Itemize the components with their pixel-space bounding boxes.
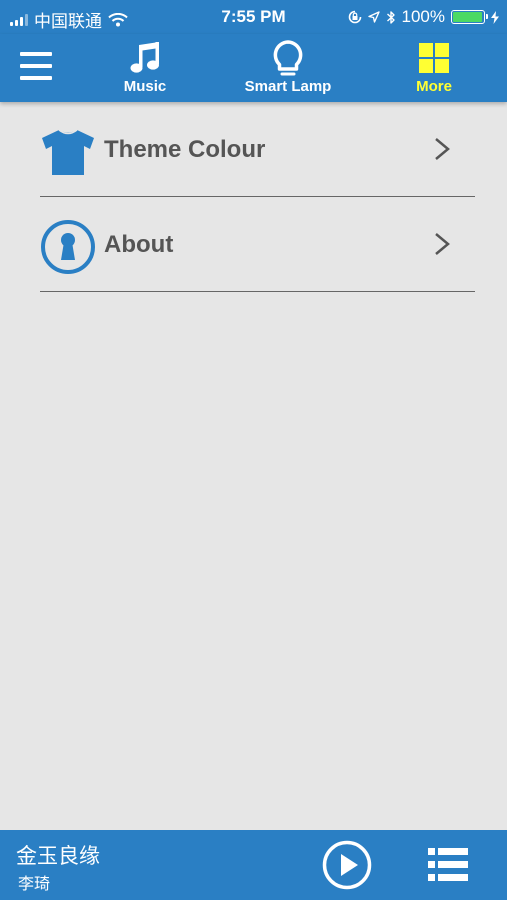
- tab-more[interactable]: More: [369, 38, 499, 100]
- battery-percent: 100%: [401, 7, 445, 26]
- lamp-bulb-icon: [223, 38, 353, 78]
- list-item-theme-colour[interactable]: Theme Colour: [40, 102, 475, 197]
- music-note-icon: [80, 38, 210, 78]
- chevron-right-icon: [435, 233, 450, 255]
- status-bar-right: 100%: [348, 7, 499, 27]
- battery-level: [453, 12, 482, 22]
- about-label: About: [104, 231, 174, 258]
- tab-music[interactable]: Music: [80, 38, 210, 100]
- play-icon[interactable]: [322, 840, 372, 890]
- keyhole-icon: [41, 220, 95, 274]
- hamburger-menu-icon[interactable]: [20, 52, 54, 82]
- location-icon: [367, 11, 380, 23]
- tab-smart-lamp-label: Smart Lamp: [244, 78, 332, 95]
- lock-rotation-icon: [348, 10, 361, 24]
- list-item-about[interactable]: About: [40, 197, 475, 292]
- tab-more-label: More: [416, 78, 452, 95]
- battery-icon: [451, 10, 488, 24]
- tab-smart-lamp[interactable]: Smart Lamp: [223, 38, 353, 100]
- playlist-icon[interactable]: [428, 848, 468, 882]
- bluetooth-icon: [386, 10, 395, 24]
- tab-music-label: Music: [123, 78, 167, 95]
- grid-icon: [369, 38, 499, 78]
- song-artist: 李琦: [18, 876, 51, 893]
- more-settings-list: Theme Colour About: [40, 102, 475, 292]
- chevron-right-icon: [435, 138, 450, 160]
- status-bar: 中国联通 7:55 PM 100%: [0, 0, 507, 34]
- charging-icon: [491, 10, 499, 24]
- song-title: 金玉良缘: [16, 845, 100, 868]
- tshirt-icon: [42, 129, 94, 175]
- mini-player-bar[interactable]: 金玉良缘 李琦: [0, 830, 507, 900]
- theme-colour-label: Theme Colour: [104, 136, 266, 163]
- top-nav-bar: Music Smart Lamp More: [0, 34, 507, 102]
